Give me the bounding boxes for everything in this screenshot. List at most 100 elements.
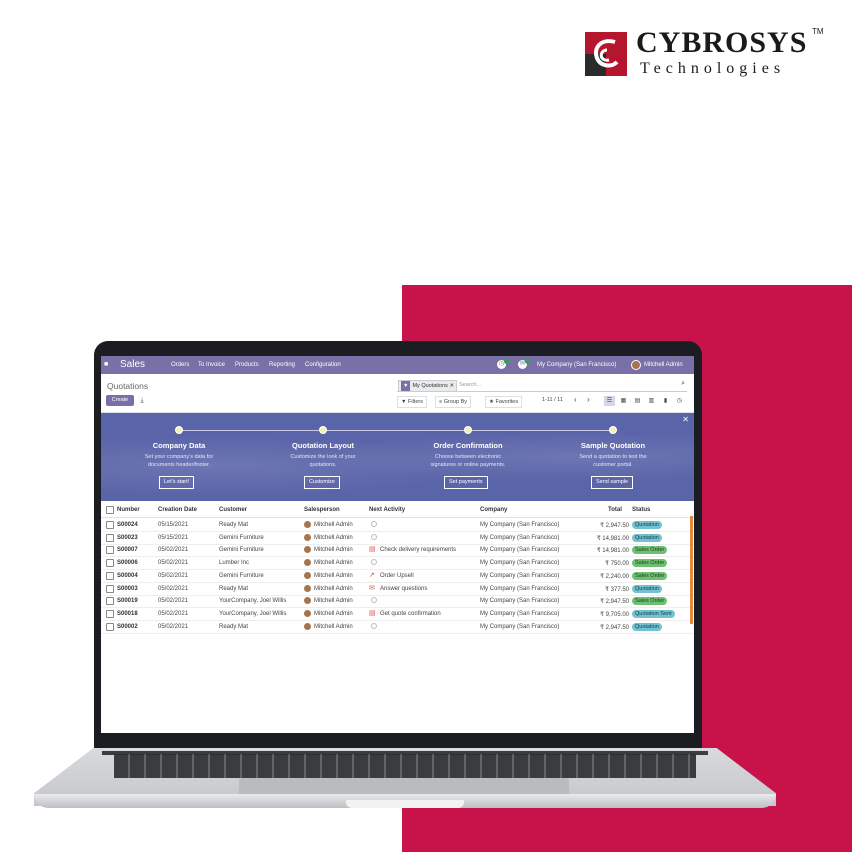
table-row[interactable]: S00004 05/02/2021 Gemini Furniture Mitchell… bbox=[101, 570, 694, 583]
filters-label: Filters bbox=[407, 399, 423, 405]
order-number: S00023 bbox=[117, 534, 138, 541]
activity-view-icon[interactable]: ◷ bbox=[674, 396, 685, 406]
menu-orders[interactable]: Orders bbox=[171, 362, 189, 368]
select-all-checkbox[interactable] bbox=[106, 506, 114, 514]
search-facet[interactable]: ▼ My Quotations ✕ bbox=[398, 380, 458, 392]
column-customer[interactable]: Customer bbox=[219, 507, 247, 513]
pivot-view-icon[interactable]: ▥ bbox=[646, 396, 657, 406]
close-icon[interactable]: ✕ bbox=[682, 415, 689, 424]
step-description: quotations. bbox=[309, 462, 337, 468]
activity-placeholder-icon[interactable] bbox=[371, 521, 377, 527]
set-payments-button[interactable]: Set payments bbox=[444, 476, 488, 489]
creation-date: 05/15/2021 bbox=[158, 534, 189, 541]
table-row[interactable]: S00024 05/15/2021 Ready Mat Mitchell Admin M… bbox=[101, 519, 694, 532]
step-dot bbox=[609, 426, 617, 434]
step-dot bbox=[175, 426, 183, 434]
customize-button[interactable]: Customize bbox=[304, 476, 340, 489]
next-activity-text[interactable]: Get quote confirmation bbox=[380, 611, 441, 617]
user-menu[interactable]: Mitchell Admin bbox=[644, 362, 683, 368]
download-icon[interactable]: ⤓ bbox=[137, 395, 147, 406]
envelope-icon[interactable]: ✉ bbox=[369, 585, 377, 592]
activity-placeholder-icon[interactable] bbox=[371, 622, 377, 629]
menu-reporting[interactable]: Reporting bbox=[269, 362, 295, 368]
user-avatar[interactable] bbox=[631, 360, 641, 370]
pager-previous-icon[interactable]: ‹ bbox=[574, 395, 577, 404]
row-checkbox[interactable] bbox=[106, 546, 114, 555]
row-checkbox[interactable] bbox=[106, 584, 114, 593]
step-description: Set your company's data for bbox=[144, 454, 214, 460]
pager-value[interactable]: 1-11 / 11 bbox=[542, 397, 563, 403]
activity-placeholder-icon[interactable] bbox=[371, 559, 377, 566]
step-description: Choose between electronic bbox=[434, 454, 502, 460]
facet-remove-icon[interactable]: ✕ bbox=[449, 383, 454, 389]
graph-view-icon[interactable]: ▮ bbox=[660, 396, 671, 406]
next-activity-text[interactable]: Order Upsell bbox=[380, 573, 414, 579]
customer-name: Gemini Furniture bbox=[219, 534, 264, 541]
row-checkbox[interactable] bbox=[106, 597, 114, 606]
order-total: ₹ 14,981.00 bbox=[596, 535, 629, 542]
salesperson-name: Mitchell Admin bbox=[314, 598, 353, 605]
group-by-button[interactable]: ≡ Group By bbox=[435, 396, 471, 408]
status-badge: Sales Order bbox=[632, 597, 668, 606]
column-company[interactable]: Company bbox=[480, 507, 507, 513]
status-badge: Quotation bbox=[632, 584, 662, 593]
brand-name: CYBROSYS bbox=[636, 26, 808, 59]
column-number[interactable]: Number bbox=[117, 507, 140, 513]
table-row[interactable]: S00019 05/02/2021 YourCompany, Joel Willis… bbox=[101, 595, 694, 609]
menu-to-invoice[interactable]: To Invoice bbox=[198, 362, 225, 368]
status-badge: Sales Order bbox=[632, 559, 668, 568]
facet-label: My Quotations bbox=[412, 383, 448, 389]
step-company-data: Company Data Set your company's data for… bbox=[119, 441, 239, 469]
apps-menu-icon[interactable]: ■ bbox=[104, 361, 111, 368]
salesperson-name: Mitchell Admin bbox=[314, 534, 353, 541]
kanban-view-icon[interactable]: ▦ bbox=[618, 396, 629, 406]
salesperson-name: Mitchell Admin bbox=[314, 623, 353, 630]
row-checkbox[interactable] bbox=[106, 609, 114, 618]
table-row[interactable]: S00003 05/02/2021 Ready Mat Mitchell Admin M… bbox=[101, 583, 694, 596]
column-status[interactable]: Status bbox=[632, 507, 650, 513]
calendar-view-icon[interactable]: ▤ bbox=[632, 396, 643, 406]
favorites-button[interactable]: ★ Favorites bbox=[485, 396, 523, 408]
table-row[interactable]: S00006 05/02/2021 Lumber Inc Mitchell Admin… bbox=[101, 557, 694, 571]
favorites-label: Favorites bbox=[495, 399, 519, 405]
chart-icon[interactable]: ↗ bbox=[369, 572, 377, 579]
row-checkbox[interactable] bbox=[106, 521, 114, 529]
activity-placeholder-icon[interactable] bbox=[371, 533, 377, 540]
pager-next-icon[interactable]: › bbox=[587, 395, 590, 404]
menu-configuration[interactable]: Configuration bbox=[305, 362, 341, 368]
row-checkbox[interactable] bbox=[106, 559, 114, 568]
column-salesperson[interactable]: Salesperson bbox=[304, 507, 340, 513]
company-name: My Company (San Francisco) bbox=[480, 560, 560, 567]
calendar-icon[interactable]: ▤ bbox=[369, 610, 377, 617]
table-row[interactable]: S00007 05/02/2021 Gemini Furniture Mitchell… bbox=[101, 544, 694, 558]
lets-start-button[interactable]: Let's start! bbox=[159, 476, 195, 489]
filters-button[interactable]: ▼ Filters bbox=[397, 396, 427, 408]
company-switcher[interactable]: My Company (San Francisco) bbox=[537, 362, 616, 368]
creation-date: 05/15/2021 bbox=[158, 522, 189, 528]
order-total: ₹ 9,705.00 bbox=[600, 611, 629, 618]
column-total[interactable]: Total bbox=[608, 507, 622, 513]
row-checkbox[interactable] bbox=[106, 571, 114, 580]
chat-badge bbox=[525, 359, 530, 364]
search-bar[interactable]: ▼ My Quotations ✕ Search... ⌕ bbox=[397, 380, 687, 392]
customer-name: YourCompany, Joel Willis bbox=[219, 610, 287, 617]
row-checkbox[interactable] bbox=[106, 533, 114, 542]
column-creation-date[interactable]: Creation Date bbox=[158, 507, 197, 513]
column-next-activity[interactable]: Next Activity bbox=[369, 507, 405, 513]
create-button[interactable]: Create bbox=[106, 395, 134, 406]
table-row[interactable]: S00023 05/15/2021 Gemini Furniture Mitchell… bbox=[101, 532, 694, 545]
search-placeholder[interactable]: Search... bbox=[459, 382, 481, 388]
next-activity-text[interactable]: Check delivery requirements bbox=[380, 547, 456, 553]
next-activity-text[interactable]: Answer questions bbox=[380, 586, 427, 592]
step-title: Company Data bbox=[152, 441, 206, 450]
row-checkbox[interactable] bbox=[106, 622, 114, 631]
calendar-icon[interactable]: ▤ bbox=[369, 546, 377, 553]
table-row[interactable]: S00018 05/02/2021 YourCompany, Joel Willis… bbox=[101, 608, 694, 621]
menu-products[interactable]: Products bbox=[235, 362, 259, 368]
table-row[interactable]: S00002 05/02/2021 Ready Mat Mitchell Admin M… bbox=[101, 621, 694, 634]
activity-placeholder-icon[interactable] bbox=[371, 597, 377, 604]
list-view-icon[interactable]: ☰ bbox=[604, 396, 615, 406]
search-icon[interactable]: ⌕ bbox=[681, 380, 685, 388]
activity-badge bbox=[504, 359, 509, 364]
send-sample-button[interactable]: Send sample bbox=[591, 476, 634, 489]
